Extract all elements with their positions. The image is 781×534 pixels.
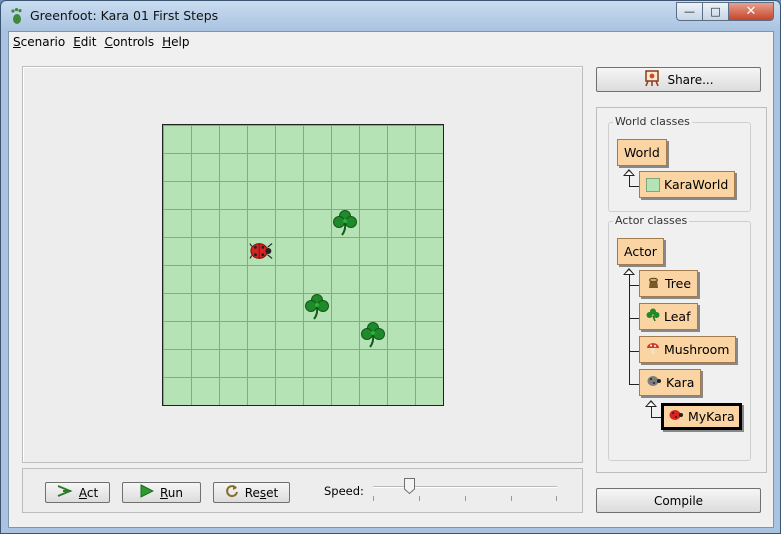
leaf-clover-actor[interactable] [333,210,357,236]
client-area: Scenario Edit Controls Help Act Run Rese… [8,31,774,528]
speed-label: Speed: [324,484,364,498]
easel-icon [643,69,661,90]
run-icon [140,484,155,501]
speed-tick [373,496,374,501]
karaworld-thumb-icon [646,177,660,192]
ladybug-icon [668,408,684,425]
compile-button[interactable]: Compile [596,488,761,513]
share-button[interactable]: Share... [596,67,761,92]
actor-classes-title: Actor classes [613,214,690,227]
compile-label: Compile [653,493,704,508]
act-button[interactable]: Act [45,482,110,503]
act-icon [57,485,73,500]
inherit-arrow-icon [623,268,635,275]
minimize-button[interactable]: — [676,2,703,21]
inherit-arrow-line [629,273,639,352]
maximize-button[interactable]: □ [703,2,729,21]
leaf-clover-actor[interactable] [361,322,385,348]
greenfoot-app-icon [9,7,25,25]
speed-slider-track[interactable] [373,486,557,488]
menu-controls[interactable]: Controls [100,32,158,52]
class-tree[interactable]: Tree [639,270,699,297]
speed-tick [465,496,466,501]
speed-tick [556,496,557,501]
close-icon: ✕ [745,4,757,19]
class-kara[interactable]: Kara [639,369,702,396]
menu-help[interactable]: Help [158,32,193,52]
class-world[interactable]: World [617,139,667,166]
class-browser: World classes World KaraWorld Actor clas… [596,107,767,473]
leaf-clover-actor[interactable] [305,294,329,320]
class-mykara[interactable]: MyKara [661,403,742,430]
execution-controls: Act Run Reset Speed: [22,468,583,513]
window-title: Greenfoot: Kara 01 First Steps [30,8,219,23]
world-classes-title: World classes [613,115,692,128]
kara-gray-icon [646,374,662,391]
greenfoot-window: Greenfoot: Kara 01 First Steps — □ ✕ Sce… [0,0,781,534]
class-leaf[interactable]: Leaf [639,303,698,330]
actor-classes-group: Actor classes Actor Tree Leaf Mushroom K… [608,214,751,461]
kara-ladybug-actor[interactable] [249,239,273,263]
mushroom-icon [646,341,660,358]
class-mushroom[interactable]: Mushroom [639,336,737,363]
world-panel [22,66,583,463]
menu-edit[interactable]: Edit [69,32,100,52]
world-classes-group: World classes World KaraWorld [608,115,751,212]
clover-icon [646,308,660,325]
minimize-icon: — [684,5,695,18]
reset-icon [225,484,239,501]
menu-scenario[interactable]: Scenario [9,32,69,52]
menu-bar: Scenario Edit Controls Help [9,32,773,52]
speed-tick [511,496,512,501]
run-button[interactable]: Run [122,482,201,503]
maximize-icon: □ [710,5,721,18]
world-grid[interactable] [162,124,444,406]
title-bar[interactable]: Greenfoot: Kara 01 First Steps — □ ✕ [1,1,780,31]
close-button[interactable]: ✕ [729,2,774,21]
reset-button[interactable]: Reset [213,482,290,503]
inherit-arrow-icon [645,400,657,407]
inherit-arrow-icon [623,169,635,176]
class-karaworld[interactable]: KaraWorld [639,171,736,198]
share-label: Share... [667,72,714,87]
speed-slider-thumb[interactable] [404,478,416,495]
class-actor[interactable]: Actor [617,238,664,265]
speed-tick [419,496,420,501]
tree-stump-icon [646,275,661,292]
